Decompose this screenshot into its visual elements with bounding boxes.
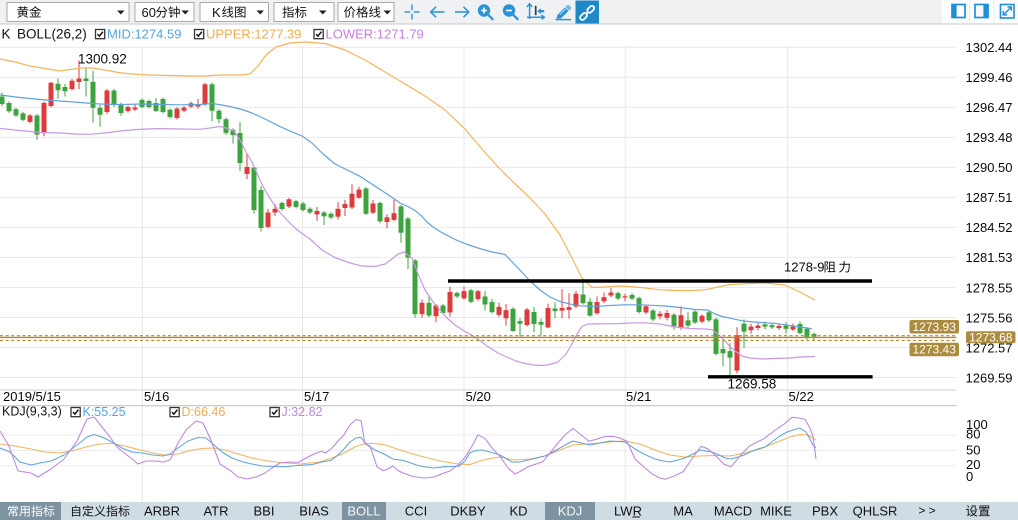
svg-text:50: 50 [966, 443, 980, 458]
svg-text:1284.52: 1284.52 [966, 220, 1013, 235]
svg-text:1269.58: 1269.58 [728, 377, 777, 392]
svg-text:1273.43: 1273.43 [913, 343, 957, 357]
svg-text:1273.68: 1273.68 [969, 331, 1013, 345]
svg-text:> >: > > [918, 504, 935, 518]
svg-text:MID:1274.59: MID:1274.59 [107, 27, 181, 42]
svg-text:LWR: LWR [614, 504, 642, 519]
svg-text:5/22: 5/22 [789, 389, 814, 404]
svg-text:1296.47: 1296.47 [966, 100, 1013, 115]
svg-text:1278.55: 1278.55 [966, 280, 1013, 295]
svg-text:1290.50: 1290.50 [966, 160, 1013, 175]
svg-text:5/17: 5/17 [304, 389, 329, 404]
svg-text:1300.92: 1300.92 [78, 52, 127, 67]
svg-text:1269.59: 1269.59 [966, 370, 1013, 385]
svg-text:5/16: 5/16 [144, 389, 169, 404]
svg-text:PBX: PBX [812, 504, 838, 519]
svg-text:KDJ: KDJ [558, 504, 583, 519]
svg-text:5/21: 5/21 [626, 389, 651, 404]
svg-text:5/20: 5/20 [466, 389, 491, 404]
svg-text:1287.51: 1287.51 [966, 190, 1013, 205]
svg-text:KD: KD [509, 504, 527, 519]
svg-text:BBI: BBI [254, 504, 275, 519]
svg-text:0: 0 [966, 469, 973, 484]
svg-text:2019/5/15: 2019/5/15 [3, 389, 61, 404]
svg-text:1273.93: 1273.93 [913, 320, 957, 334]
svg-text:K: K [212, 5, 221, 20]
svg-text:1278-9: 1278-9 [784, 260, 824, 275]
svg-text:1293.48: 1293.48 [966, 130, 1013, 145]
svg-text:K: K [2, 27, 11, 42]
svg-text:BOLL: BOLL [347, 504, 380, 519]
svg-text:MA: MA [673, 504, 693, 519]
svg-text:1302.44: 1302.44 [966, 40, 1013, 55]
svg-text:80: 80 [966, 427, 980, 442]
svg-text:BOLL(26,2): BOLL(26,2) [17, 27, 87, 42]
svg-text:1275.56: 1275.56 [966, 310, 1013, 325]
svg-text:CCI: CCI [405, 504, 427, 519]
svg-text:BIAS: BIAS [299, 504, 329, 519]
svg-text:60: 60 [142, 5, 156, 20]
svg-text:ARBR: ARBR [144, 504, 180, 519]
svg-text:UPPER:1277.39: UPPER:1277.39 [206, 27, 301, 42]
svg-text:MIKE: MIKE [760, 504, 792, 519]
svg-text:KDJ(9,3,3): KDJ(9,3,3) [2, 405, 62, 419]
svg-text:1281.53: 1281.53 [966, 250, 1013, 265]
svg-text:D:66.46: D:66.46 [182, 405, 226, 419]
svg-text:MACD: MACD [714, 504, 752, 519]
svg-text:K:55.25: K:55.25 [83, 405, 126, 419]
svg-text:ATR: ATR [203, 504, 228, 519]
svg-text:DKBY: DKBY [450, 504, 486, 519]
svg-text:J:32.82: J:32.82 [282, 405, 323, 419]
svg-text:LOWER:1271.79: LOWER:1271.79 [326, 27, 424, 42]
svg-text:QHLSR: QHLSR [853, 504, 898, 519]
svg-text:1299.46: 1299.46 [966, 70, 1013, 85]
